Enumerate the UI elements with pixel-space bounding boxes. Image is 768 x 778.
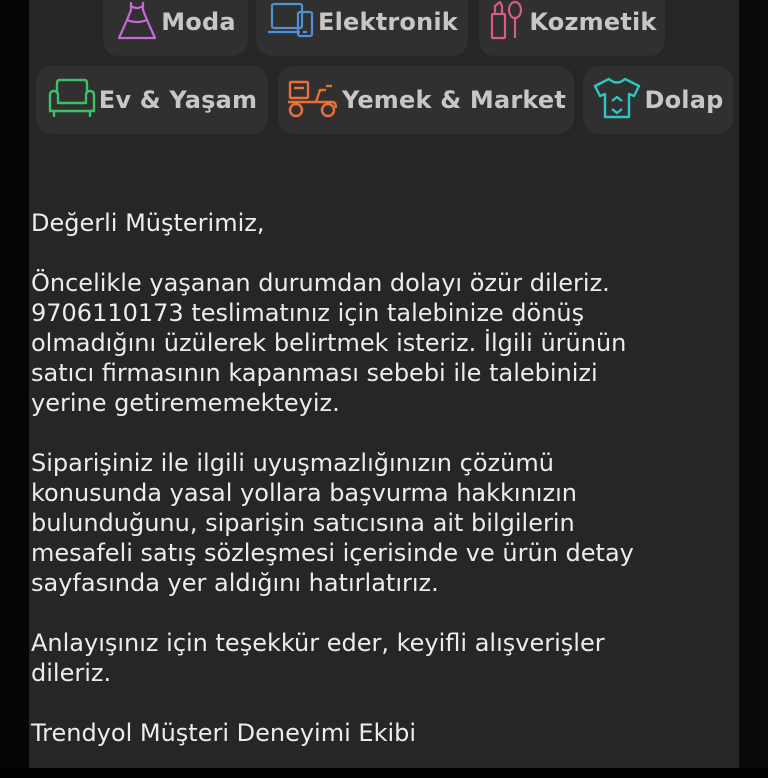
devices-icon [266,0,316,44]
category-label: Elektronik [318,8,458,36]
dress-icon [115,0,159,44]
message-signature: Trendyol Müşteri Deneyimi Ekibi [31,719,417,747]
category-label: Moda [161,8,236,36]
message-body: Değerli Müşterimiz, Öncelikle yaşanan du… [31,208,731,778]
category-chip-moda[interactable]: Moda [103,0,248,56]
category-chip-kozmetik[interactable]: Kozmetik [479,0,665,56]
left-edge [0,0,29,768]
category-chip-elektronik[interactable]: Elektronik [256,0,468,56]
message-paragraph-2: Siparişiniz ile ilgili uyuşmazlığınızın … [31,449,634,597]
category-chip-ev-yasam[interactable]: Ev & Yaşam [36,66,268,134]
category-label: Ev & Yaşam [98,86,258,114]
armchair-icon [47,77,97,123]
message-paragraph-3: Anlayışınız için teşekkür eder, keyifli … [31,629,605,687]
category-label: Kozmetik [529,8,657,36]
category-chip-yemek-market[interactable]: Yemek & Market [278,66,574,134]
right-edge [739,0,768,768]
tshirt-recycle-icon [592,76,642,124]
message-greeting: Değerli Müşterimiz, [31,209,265,237]
delivery-scooter-icon [286,76,340,124]
message-paragraph-1: Öncelikle yaşanan durumdan dolayı özür d… [31,269,627,417]
category-chip-dolap[interactable]: Dolap [583,66,733,134]
category-label: Yemek & Market [341,86,567,114]
category-label: Dolap [644,86,724,114]
cosmetics-icon [487,0,527,44]
